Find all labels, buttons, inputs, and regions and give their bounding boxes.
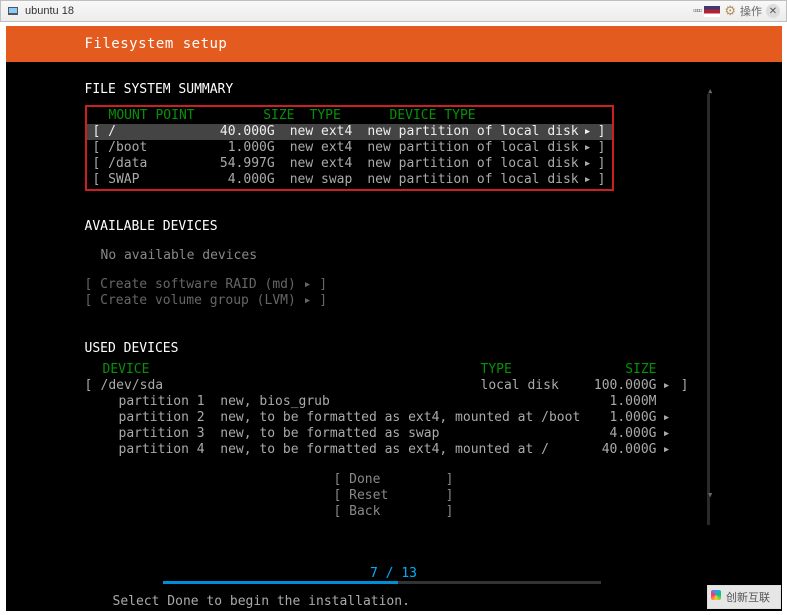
partition-row[interactable]: partition 2 new, to be formatted as ext4…	[85, 410, 693, 426]
page-title: Filesystem setup	[6, 26, 782, 62]
progress-fill	[163, 581, 399, 584]
window-titlebar: ubuntu 18 ▫▫▫▫ ⚙ 操作 ✕	[0, 0, 787, 22]
partition-row[interactable]: partition 4 new, to be formatted as ext4…	[85, 442, 693, 458]
watermark-badge: 创新互联	[707, 585, 781, 609]
close-icon[interactable]: ✕	[766, 4, 780, 18]
fs-summary-title: FILE SYSTEM SUMMARY	[85, 82, 782, 97]
chevron-right-icon: ▸	[657, 410, 677, 426]
window-app-icon	[7, 5, 19, 17]
fs-header-row: MOUNT POINT SIZE TYPE DEVICE TYPE	[87, 108, 612, 124]
no-devices-text: No available devices	[101, 248, 782, 263]
create-lvm-button[interactable]: [ Create volume group (LVM) ▸ ]	[85, 293, 782, 309]
disk-row[interactable]: [ /dev/sda local disk 100.000G ▸ ]	[85, 378, 693, 394]
partition-row[interactable]: partition 1 new, bios_grub 1.000M	[85, 394, 693, 410]
fs-summary-highlight-box: MOUNT POINT SIZE TYPE DEVICE TYPE [ / 40…	[85, 105, 614, 191]
used-devices-title: USED DEVICES	[85, 341, 782, 356]
chevron-right-icon: ▸	[579, 156, 597, 172]
action-menu-label[interactable]: 操作	[740, 3, 762, 19]
footer-hint: Select Done to begin the installation.	[113, 594, 410, 609]
done-button[interactable]: [ Done]	[334, 472, 454, 488]
partition-row[interactable]: partition 3 new, to be formatted as swap…	[85, 426, 693, 442]
window-layout-icon[interactable]: ▫▫▫▫	[693, 5, 701, 17]
create-raid-button[interactable]: [ Create software RAID (md) ▸ ]	[85, 277, 782, 293]
installer-console: Filesystem setup FILE SYSTEM SUMMARY MOU…	[6, 26, 782, 611]
fs-row[interactable]: [ /boot 1.000G new ext4 new partition of…	[87, 140, 612, 156]
keyboard-flag-icon[interactable]	[704, 6, 720, 17]
available-devices-title: AVAILABLE DEVICES	[85, 219, 782, 234]
scrollbar-track[interactable]	[707, 94, 710, 525]
window-title: ubuntu 18	[25, 5, 74, 17]
reset-button[interactable]: [ Reset]	[334, 488, 454, 504]
scroll-down-icon[interactable]: ▾	[707, 488, 714, 501]
chevron-right-icon: ▸	[579, 124, 597, 140]
chevron-right-icon: ▸	[579, 140, 597, 156]
progress-text: 7 / 13	[6, 566, 782, 581]
chevron-right-icon: ▸	[579, 172, 597, 188]
fs-row[interactable]: [ SWAP 4.000G new swap new partition of …	[87, 172, 612, 188]
used-header-row: DEVICE TYPE SIZE	[85, 362, 693, 378]
fs-row[interactable]: [ / 40.000G new ext4 new partition of lo…	[87, 124, 612, 140]
fs-row[interactable]: [ /data 54.997G new ext4 new partition o…	[87, 156, 612, 172]
chevron-right-icon: ▸	[657, 378, 677, 394]
gear-icon[interactable]: ⚙	[724, 3, 736, 19]
chevron-right-icon: ▸	[657, 426, 677, 442]
chevron-right-icon: ▸	[657, 442, 677, 458]
back-button[interactable]: [ Back]	[334, 504, 454, 520]
progress-bar	[163, 581, 601, 584]
